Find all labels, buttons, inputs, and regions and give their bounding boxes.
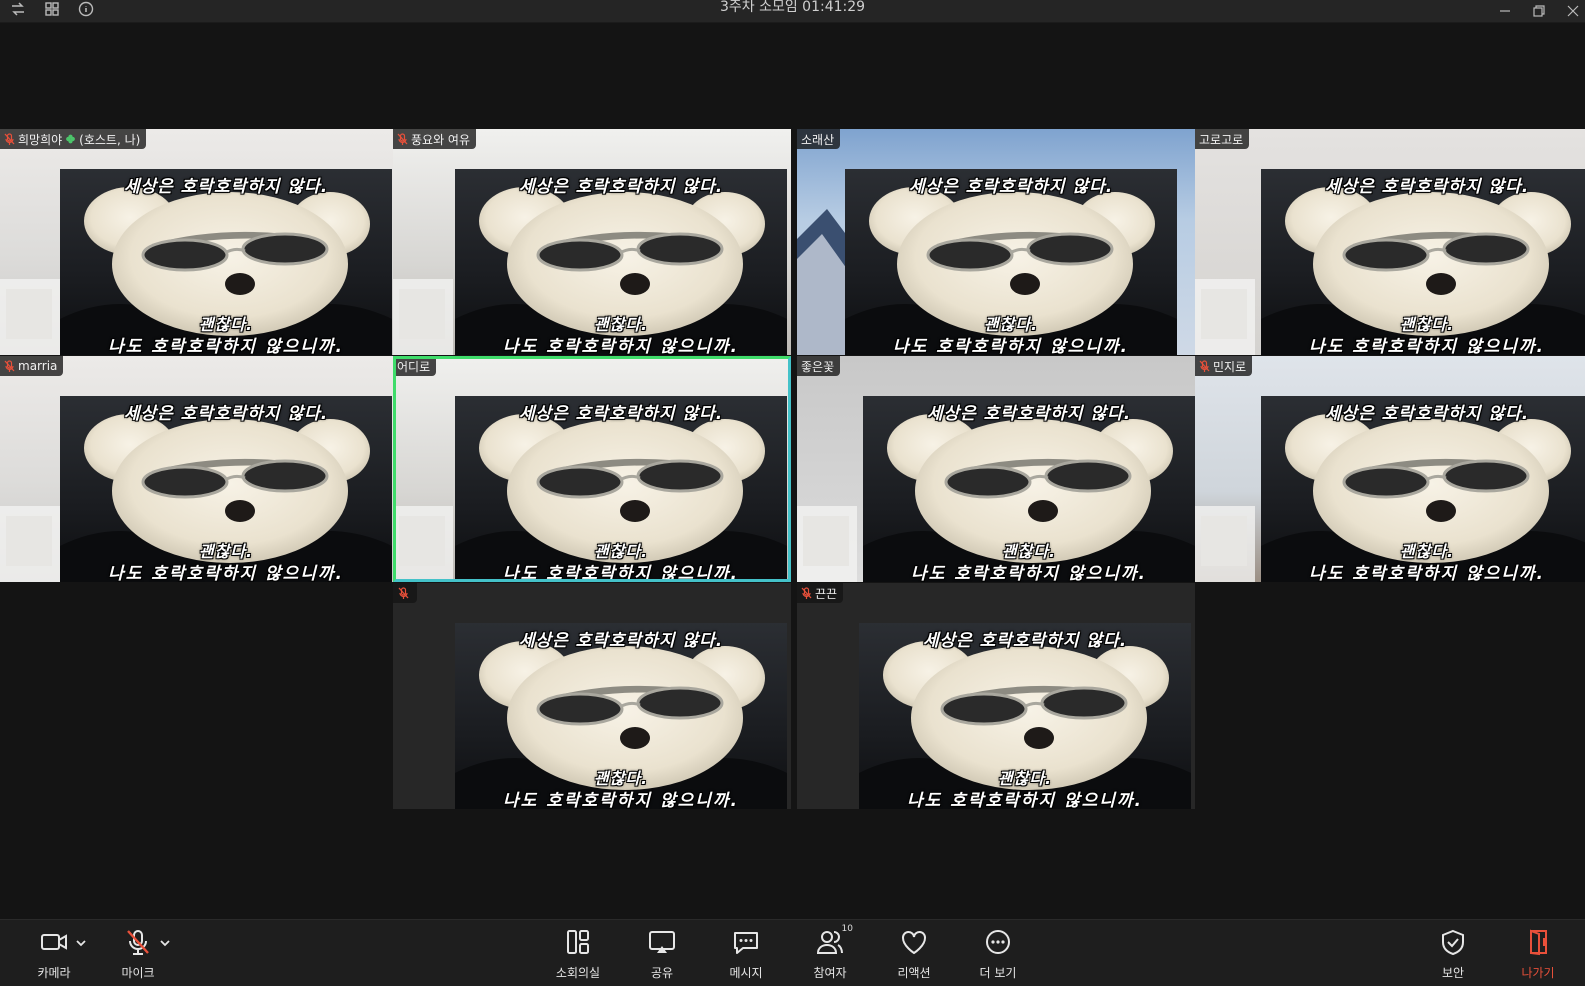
caption-line-3: 나도 호락호락하지 않으니까. bbox=[911, 564, 1147, 582]
video-tile[interactable]: 세상은 호락호락하지 않다. 괜찮다. 나도 호락호락하지 않으니까. 좋은꽃 bbox=[797, 356, 1195, 582]
participant-name: 고로고로 bbox=[1199, 132, 1244, 147]
breakout-rooms-button[interactable]: 소회의실 bbox=[538, 926, 618, 984]
caption-line-1: 세상은 호락호락하지 않다. bbox=[518, 631, 724, 651]
reactions-button[interactable]: 리액션 bbox=[874, 926, 954, 984]
participant-nametag: 풍요와 여유 bbox=[393, 129, 477, 149]
caption-line-1: 세상은 호락호락하지 않다. bbox=[518, 404, 724, 424]
window-controls bbox=[1499, 0, 1579, 22]
video-tile[interactable]: 세상은 호락호락하지 않다. 괜찮다. 나도 호락호락하지 않으니까. 민지로 bbox=[1195, 356, 1585, 582]
participant-name: 소래산 bbox=[801, 132, 835, 147]
caption-line-3: 나도 호락호락하지 않으니까. bbox=[503, 564, 739, 582]
participant-name: 희망희야 bbox=[18, 132, 63, 147]
caption-line-3: 나도 호락호락하지 않으니까. bbox=[893, 337, 1129, 355]
video-feed: 세상은 호락호락하지 않다. 괜찮다. 나도 호락호락하지 않으니까. bbox=[60, 169, 392, 355]
participants-count-badge: 10 bbox=[841, 924, 853, 934]
restore-icon[interactable] bbox=[1533, 2, 1545, 21]
participant-nametag: 좋은꽃 bbox=[797, 356, 841, 376]
participant-name: 끈끈 bbox=[815, 586, 838, 601]
caption-line-1: 세상은 호락호락하지 않다. bbox=[518, 177, 724, 197]
caption-line-1: 세상은 호락호락하지 않다. bbox=[922, 631, 1128, 651]
video-feed: 세상은 호락호락하지 않다. 괜찮다. 나도 호락호락하지 않으니까. bbox=[455, 623, 787, 809]
participants-button[interactable]: 10 참여자 bbox=[790, 924, 870, 984]
mic-muted-icon bbox=[801, 587, 812, 599]
participant-nametag: marria bbox=[0, 356, 64, 376]
chat-bubble-icon bbox=[734, 932, 758, 954]
leave-button[interactable]: 나가기 bbox=[1498, 926, 1578, 984]
caption-line-1: 세상은 호락호락하지 않다. bbox=[1324, 177, 1530, 197]
video-feed: 세상은 호락호락하지 않다. 괜찮다. 나도 호락호락하지 않으니까. bbox=[859, 623, 1191, 809]
more-options-icon bbox=[986, 930, 1010, 954]
video-tile[interactable]: 세상은 호락호락하지 않다. 괜찮다. 나도 호락호락하지 않으니까. 끈끈 bbox=[797, 583, 1195, 809]
video-feed: 세상은 호락호락하지 않다. 괜찮다. 나도 호락호락하지 않으니까. bbox=[455, 396, 787, 582]
video-tile[interactable]: 세상은 호락호락하지 않다. 괜찮다. 나도 호락호락하지 않으니까. 희망희야 (호스… bbox=[0, 129, 398, 355]
participant-name: 좋은꽃 bbox=[801, 359, 835, 374]
leave-door-icon bbox=[1530, 929, 1547, 956]
participant-name: 어디로 bbox=[397, 359, 431, 374]
video-tile[interactable]: 세상은 호락호락하지 않다. 괜찮다. 나도 호락호락하지 않으니까. 풍요와 여유 bbox=[393, 129, 791, 355]
more-button[interactable]: 더 보기 bbox=[958, 926, 1038, 984]
chat-button[interactable]: 메시지 bbox=[706, 926, 786, 984]
mic-muted-icon bbox=[1199, 360, 1210, 372]
caption-line-3: 나도 호락호락하지 않으니까. bbox=[503, 791, 739, 809]
participant-nametag bbox=[393, 583, 417, 603]
share-screen-button[interactable]: 공유 bbox=[622, 926, 702, 984]
participant-role: (호스트, 나) bbox=[79, 132, 141, 147]
security-button[interactable]: 보안 bbox=[1413, 926, 1493, 984]
participant-name: 민지로 bbox=[1213, 359, 1247, 374]
caption-line-3: 나도 호락호락하지 않으니까. bbox=[503, 337, 739, 355]
caption-line-3: 나도 호락호락하지 않으니까. bbox=[1309, 564, 1545, 582]
caption-line-3: 나도 호락호락하지 않으니까. bbox=[907, 791, 1143, 809]
video-feed: 세상은 호락호락하지 않다. 괜찮다. 나도 호락호락하지 않으니까. bbox=[863, 396, 1195, 582]
video-tile[interactable]: 세상은 호락호락하지 않다. 괜찮다. 나도 호락호락하지 않으니까. bbox=[393, 583, 791, 809]
mic-muted-icon bbox=[398, 587, 409, 599]
video-feed: 세상은 호락호락하지 않다. 괜찮다. 나도 호락호락하지 않으니까. bbox=[1261, 396, 1585, 582]
video-feed: 세상은 호락호락하지 않다. 괜찮다. 나도 호락호락하지 않으니까. bbox=[1261, 169, 1585, 355]
close-icon[interactable] bbox=[1567, 2, 1579, 21]
video-tile[interactable]: 세상은 호락호락하지 않다. 괜찮다. 나도 호락호락하지 않으니까. 어디로 bbox=[393, 356, 791, 582]
participant-nametag: 민지로 bbox=[1195, 356, 1253, 376]
breakout-rooms-icon bbox=[567, 930, 589, 954]
caption-line-1: 세상은 호락호락하지 않다. bbox=[123, 404, 329, 424]
video-tile[interactable]: 세상은 호락호락하지 않다. 괜찮다. 나도 호락호락하지 않으니까. marria bbox=[0, 356, 398, 582]
meeting-title: 3주차 소모임 01:41:29 bbox=[719, 0, 866, 15]
caption-line-1: 세상은 호락호락하지 않다. bbox=[908, 177, 1114, 197]
participant-nametag: 어디로 bbox=[393, 356, 437, 376]
caption-line-1: 세상은 호락호락하지 않다. bbox=[123, 177, 329, 197]
participant-nametag: 고로고로 bbox=[1195, 129, 1250, 149]
mic-button[interactable]: 마이크 bbox=[98, 926, 178, 984]
camera-options-chevron-icon[interactable] bbox=[74, 936, 88, 950]
participant-nametag: 소래산 bbox=[797, 129, 841, 149]
mic-muted-icon bbox=[127, 930, 149, 955]
participant-name: marria bbox=[18, 359, 58, 373]
video-tile[interactable]: 세상은 호락호락하지 않다. 괜찮다. 나도 호락호락하지 않으니까. 고로고로 bbox=[1195, 129, 1585, 355]
participant-nametag: 끈끈 bbox=[797, 583, 844, 603]
meeting-toolbar: 카메라 마이크 소회의실 공유 메시지 10 참여자 리액션 더 보기 보안 나… bbox=[0, 919, 1585, 986]
video-feed: 세상은 호락호락하지 않다. 괜찮다. 나도 호락호락하지 않으니까. bbox=[845, 169, 1177, 355]
shield-check-icon bbox=[1442, 929, 1464, 956]
video-feed: 세상은 호락호락하지 않다. 괜찮다. 나도 호락호락하지 않으니까. bbox=[455, 169, 787, 355]
title-bar: 3주차 소모임 01:41:29 bbox=[0, 0, 1585, 23]
caption-line-3: 나도 호락호락하지 않으니까. bbox=[108, 337, 344, 355]
caption-line-3: 나도 호락호락하지 않으니까. bbox=[1309, 337, 1545, 355]
mic-muted-icon bbox=[4, 360, 15, 372]
clover-icon bbox=[66, 134, 76, 144]
participant-name: 풍요와 여유 bbox=[411, 132, 471, 147]
video-camera-icon bbox=[41, 934, 67, 950]
mic-muted-icon bbox=[397, 133, 408, 145]
share-screen-icon bbox=[649, 931, 675, 953]
video-tile[interactable]: 세상은 호락호락하지 않다. 괜찮다. 나도 호락호락하지 않으니까. 소래산 bbox=[797, 129, 1195, 355]
mic-options-chevron-icon[interactable] bbox=[158, 936, 172, 950]
participant-nametag: 희망희야 (호스트, 나) bbox=[0, 129, 147, 149]
mic-muted-icon bbox=[4, 133, 15, 145]
camera-button[interactable]: 카메라 bbox=[14, 926, 94, 984]
heart-icon bbox=[902, 931, 926, 955]
caption-line-1: 세상은 호락호락하지 않다. bbox=[1324, 404, 1530, 424]
caption-line-3: 나도 호락호락하지 않으니까. bbox=[108, 564, 344, 582]
minimize-icon[interactable] bbox=[1499, 2, 1511, 21]
participants-icon bbox=[816, 931, 843, 954]
video-feed: 세상은 호락호락하지 않다. 괜찮다. 나도 호락호락하지 않으니까. bbox=[60, 396, 392, 582]
caption-line-1: 세상은 호락호락하지 않다. bbox=[926, 404, 1132, 424]
